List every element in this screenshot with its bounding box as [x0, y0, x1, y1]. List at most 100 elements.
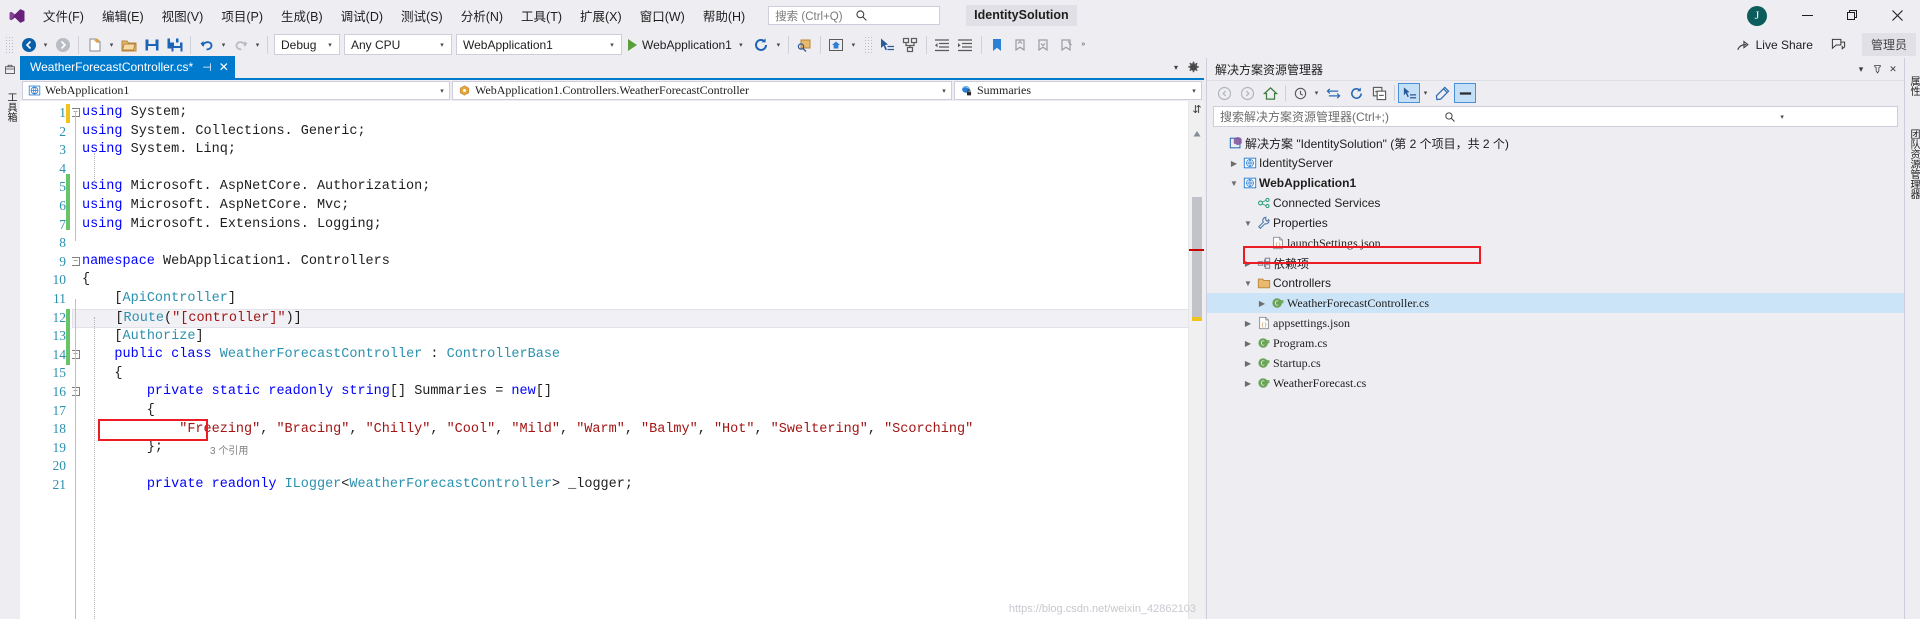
new-project-icon[interactable]	[83, 33, 106, 56]
menu-help[interactable]: 帮助(H)	[694, 0, 754, 31]
code-line[interactable]: [Authorize]	[72, 328, 1204, 347]
code-line[interactable]: − public class WeatherForecastController…	[72, 346, 1204, 365]
code-line[interactable]: − private static readonly string[] Summa…	[72, 383, 1204, 402]
chevron-right-icon[interactable]: ▶	[1227, 153, 1241, 173]
select-element-icon[interactable]	[876, 33, 899, 56]
menu-project[interactable]: 项目(P)	[212, 0, 272, 31]
sync-with-active-document-icon[interactable]	[1322, 83, 1344, 103]
collapse-minus-icon[interactable]: −	[72, 108, 80, 117]
close-button[interactable]	[1875, 0, 1920, 31]
code-editor[interactable]: 1 2 3 4 5 6 7 8 9 10 11 12 13 14 15 16 17 18 19 20 21 − using…	[20, 101, 1204, 619]
redo-dropdown[interactable]: ▾	[252, 33, 263, 56]
toolbar-grip[interactable]	[863, 35, 873, 54]
forward-icon[interactable]	[1236, 83, 1258, 103]
code-line[interactable]: using Microsoft. AspNetCore. Authorizati…	[72, 178, 1204, 197]
menu-file[interactable]: 文件(F)	[34, 0, 93, 31]
code-line[interactable]	[72, 160, 1204, 179]
undo-dropdown[interactable]: ▾	[218, 33, 229, 56]
toolbar-grip[interactable]	[5, 35, 14, 54]
chevron-down-icon[interactable]: ▼	[1241, 273, 1255, 293]
code-line[interactable]: using System. Collections. Generic;	[72, 123, 1204, 142]
navigate-forward-icon[interactable]	[51, 33, 74, 56]
browser-home-icon[interactable]	[825, 33, 848, 56]
code-line[interactable]: "Freezing", "Bracing", "Chilly", "Cool",…	[72, 421, 1204, 440]
nav-member-combo[interactable]: Summaries ▾	[954, 81, 1202, 100]
properties-icon[interactable]	[1431, 83, 1453, 103]
chevron-right-icon[interactable]: ▶	[1255, 293, 1269, 313]
code-line[interactable]: {	[72, 365, 1204, 384]
menu-debug[interactable]: 调试(D)	[332, 0, 392, 31]
solution-configuration-combo[interactable]: Debug ▾	[274, 34, 340, 55]
chevron-right-icon[interactable]: ▶	[1241, 373, 1255, 393]
collapse-minus-icon[interactable]: −	[72, 256, 80, 266]
tree-row[interactable]: 解决方案 "IdentitySolution" (第 2 个项目，共 2 个)	[1207, 133, 1904, 153]
nav-project-combo[interactable]: WebApplication1 ▾	[22, 81, 450, 100]
navigate-backward-icon[interactable]	[17, 33, 40, 56]
active-files-dropdown-icon[interactable]: ▾	[1168, 58, 1184, 76]
start-debug-button[interactable]: WebApplication1 ▾	[624, 33, 750, 56]
chevron-down-icon[interactable]: ▼	[1227, 173, 1241, 193]
menu-test[interactable]: 测试(S)	[392, 0, 452, 31]
sidebar-item-team-explorer[interactable]: 团队资源管理器	[1906, 116, 1920, 212]
browser-home-dropdown[interactable]: ▾	[848, 33, 859, 56]
preview-selected-items-icon[interactable]	[1454, 83, 1476, 103]
show-all-files-dropdown-icon[interactable]: ▾	[1421, 83, 1430, 103]
refresh-icon[interactable]	[1345, 83, 1367, 103]
code-line[interactable]: using System. Linq;	[72, 141, 1204, 160]
tree-row[interactable]: ▶ C Startup.cs	[1207, 353, 1904, 373]
quick-launch-search[interactable]: 搜索 (Ctrl+Q)	[768, 6, 941, 25]
hot-reload-dropdown[interactable]: ▾	[773, 33, 784, 56]
minimize-button[interactable]	[1785, 0, 1830, 31]
sidebar-item-properties[interactable]: 属性	[1906, 64, 1920, 108]
live-share-button[interactable]: Live Share	[1736, 38, 1813, 52]
tree-row[interactable]: ▶ C Program.cs	[1207, 333, 1904, 353]
clear-bookmarks-icon[interactable]	[1055, 33, 1078, 56]
show-all-files-icon[interactable]	[1398, 83, 1420, 103]
save-icon[interactable]	[140, 33, 163, 56]
tree-row-selected[interactable]: ▶ C WeatherForecastController.cs	[1207, 293, 1904, 313]
code-line[interactable]: − namespace WebApplication1. Controllers	[72, 253, 1204, 272]
solution-tree[interactable]: 解决方案 "IdentitySolution" (第 2 个项目，共 2 个) ▶…	[1207, 130, 1904, 393]
startup-project-combo[interactable]: WebApplication1 ▾	[456, 34, 622, 55]
editor-vertical-scrollbar[interactable]: ⇵	[1188, 101, 1204, 619]
scrollbar-thumb[interactable]	[1192, 197, 1202, 317]
save-all-icon[interactable]	[163, 33, 186, 56]
code-line[interactable]: {	[72, 402, 1204, 421]
code-line[interactable]: using Microsoft. AspNetCore. Mvc;	[72, 197, 1204, 216]
filter-dropdown-icon[interactable]: ▾	[1312, 83, 1321, 103]
restore-button[interactable]	[1830, 0, 1875, 31]
next-bookmark-icon[interactable]	[1032, 33, 1055, 56]
document-tab-weatherforecastcontroller[interactable]: WeatherForecastController.cs* ⊣ ✕	[20, 56, 235, 78]
tree-row[interactable]: ▶ C WeatherForecast.cs	[1207, 373, 1904, 393]
code-line[interactable]: − using System;	[72, 104, 1204, 123]
hot-reload-icon[interactable]	[750, 33, 773, 56]
tree-row[interactable]: Connected Services	[1207, 193, 1904, 213]
tree-row[interactable]: ▶ IdentityServer	[1207, 153, 1904, 173]
code-line[interactable]: [ApiController]	[72, 290, 1204, 309]
collapse-minus-icon[interactable]: −	[72, 350, 80, 360]
panel-close-icon[interactable]: ✕	[1886, 60, 1900, 78]
indent-right-icon[interactable]	[954, 33, 977, 56]
gear-icon[interactable]	[1184, 58, 1202, 76]
back-icon[interactable]	[1213, 83, 1235, 103]
home-icon[interactable]	[1259, 83, 1281, 103]
code-line[interactable]: [Route("[controller]")]	[72, 308, 1192, 328]
menu-window[interactable]: 窗口(W)	[631, 0, 694, 31]
live-preview-icon[interactable]	[793, 33, 816, 56]
tree-row[interactable]: ▼ WebApplication1	[1207, 173, 1904, 193]
chevron-down-icon[interactable]: ▼	[1241, 213, 1255, 233]
collapse-minus-icon[interactable]: −	[72, 387, 80, 397]
codelens-reference-hint[interactable]: 3 个引用	[210, 442, 248, 457]
close-icon[interactable]: ✕	[219, 60, 229, 74]
redo-icon[interactable]	[229, 33, 252, 56]
toolbar-overflow[interactable]: »	[1078, 33, 1089, 56]
chevron-right-icon[interactable]: ▶	[1241, 333, 1255, 353]
code-text[interactable]: − using System; using System. Collections.…	[72, 101, 1204, 619]
avatar[interactable]: J	[1747, 5, 1767, 26]
tree-row[interactable]: ▶ {} appsettings.json	[1207, 313, 1904, 333]
panel-pin-icon[interactable]	[1870, 60, 1884, 78]
menu-edit[interactable]: 编辑(E)	[93, 0, 153, 31]
menu-extensions[interactable]: 扩展(X)	[571, 0, 631, 31]
chevron-right-icon[interactable]: ▶	[1241, 253, 1255, 273]
menu-tools[interactable]: 工具(T)	[512, 0, 571, 31]
